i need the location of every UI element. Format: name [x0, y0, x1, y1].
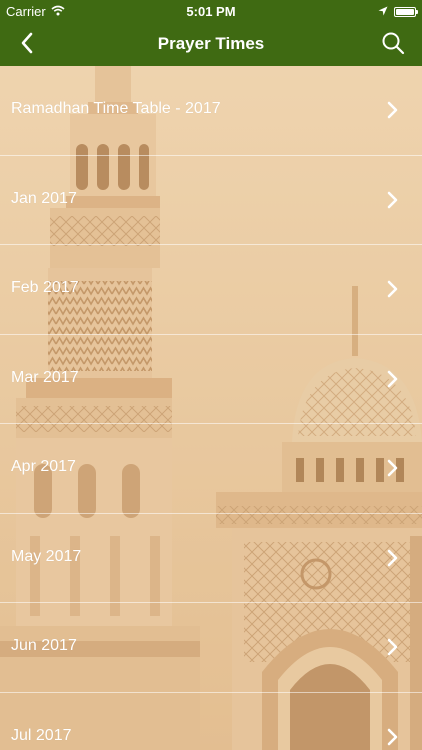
location-arrow-icon	[378, 4, 388, 19]
list-item-apr-2017[interactable]: Apr 2017	[0, 424, 422, 514]
page-title: Prayer Times	[157, 34, 265, 53]
list-item-mar-2017[interactable]: Mar 2017	[0, 335, 422, 424]
list-item-label: Mar 2017	[11, 368, 79, 386]
chevron-right-icon	[387, 638, 398, 656]
list-item-label: Jun 2017	[11, 637, 77, 654]
list-item-feb-2017[interactable]: Feb 2017	[0, 245, 422, 335]
list-item-jun-2017[interactable]: Jun 2017	[0, 603, 422, 693]
list-item-label: Ramadhan Time Table - 2017	[11, 100, 221, 117]
search-button[interactable]	[378, 30, 408, 60]
chevron-right-icon	[387, 191, 398, 208]
list-item-label: Feb 2017	[11, 279, 79, 296]
list-item-jul-2017[interactable]: Jul 2017	[0, 693, 422, 750]
list-item-may-2017[interactable]: May 2017	[0, 514, 422, 603]
chevron-right-icon	[387, 280, 398, 298]
list-item-label: Jul 2017	[11, 726, 72, 744]
list-item-label: Apr 2017	[11, 458, 76, 475]
status-time: 5:01 PM	[186, 4, 236, 19]
month-list: Ramadhan Time Table - 2017 Jan 2017 Feb …	[0, 66, 422, 750]
navigation-bar: Prayer Times	[0, 22, 422, 66]
list-item-label: May 2017	[11, 547, 82, 565]
search-icon	[381, 31, 405, 60]
status-bar-right	[378, 4, 418, 19]
status-bar: Carrier 5:01 PM	[0, 0, 422, 22]
chevron-right-icon	[387, 728, 398, 745]
chevron-right-icon	[387, 370, 398, 387]
list-item-jan-2017[interactable]: Jan 2017	[0, 156, 422, 245]
chevron-right-icon	[387, 101, 398, 119]
chevron-right-icon	[387, 459, 398, 477]
battery-icon	[394, 6, 418, 17]
chevron-right-icon	[387, 549, 398, 566]
list-item-label: Jan 2017	[11, 189, 77, 207]
list-item-ramadhan-time-table[interactable]: Ramadhan Time Table - 2017	[0, 66, 422, 156]
